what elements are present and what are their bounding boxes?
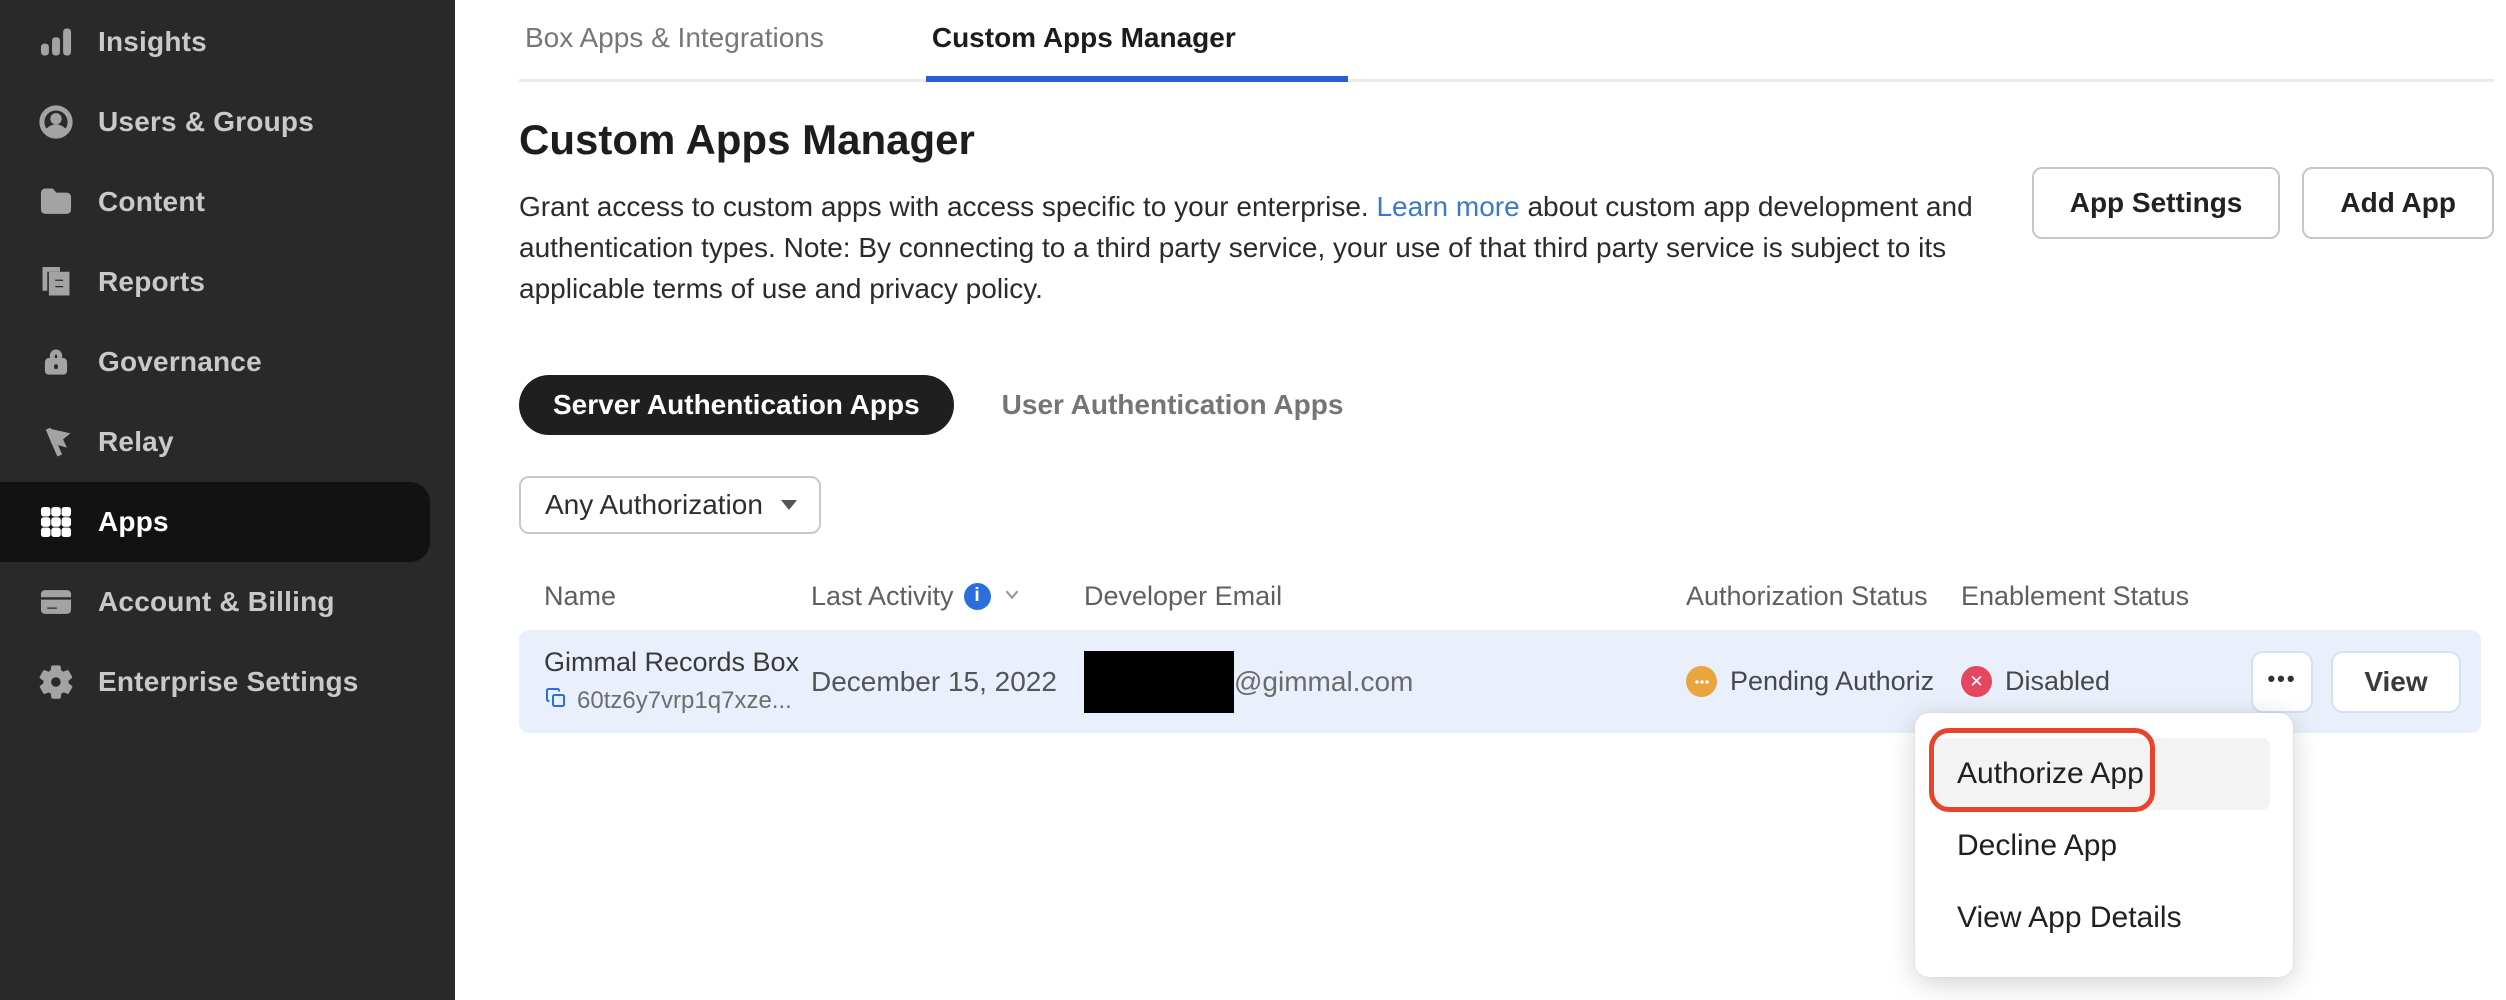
app-name-cell: Gimmal Records Box 60tz6y7vrp1q7xze...: [544, 647, 811, 717]
app-settings-button[interactable]: App Settings: [2032, 167, 2281, 239]
auth-type-toggle: Server Authentication Apps User Authenti…: [519, 375, 2494, 435]
table-header: Name Last Activity i Developer Email Aut…: [519, 576, 2494, 616]
sidebar-item-users-groups[interactable]: Users & Groups: [0, 82, 455, 162]
insights-icon: [36, 22, 76, 62]
menu-item-authorize-app[interactable]: Authorize App: [1935, 738, 2270, 810]
tab-box-apps-integrations[interactable]: Box Apps & Integrations: [519, 18, 830, 82]
column-header-name[interactable]: Name: [544, 581, 811, 612]
sidebar-item-enterprise-settings[interactable]: Enterprise Settings: [0, 642, 455, 722]
user-authentication-apps-pill[interactable]: User Authentication Apps: [968, 375, 1378, 435]
column-header-developer-email[interactable]: Developer Email: [1084, 581, 1686, 612]
reports-icon: [36, 262, 76, 302]
server-authentication-apps-pill[interactable]: Server Authentication Apps: [519, 375, 954, 435]
learn-more-link[interactable]: Learn more: [1376, 191, 1519, 222]
authorization-filter-value: Any Authorization: [545, 489, 763, 521]
sidebar-item-insights[interactable]: Insights: [0, 2, 455, 82]
sidebar-item-label: Account & Billing: [98, 586, 335, 618]
tab-bar: Box Apps & Integrations Custom Apps Mana…: [519, 0, 2494, 82]
last-activity-cell: December 15, 2022: [811, 666, 1084, 698]
relay-flag-icon: [36, 422, 76, 462]
app-name: Gimmal Records Box: [544, 647, 811, 678]
sidebar: Insights Users & Groups Content Reports: [0, 0, 455, 1000]
sidebar-item-label: Reports: [98, 266, 205, 298]
developer-email-cell: @gimmal.com: [1084, 651, 1686, 713]
sidebar-item-label: Relay: [98, 426, 174, 458]
sidebar-item-reports[interactable]: Reports: [0, 242, 455, 322]
sidebar-item-governance[interactable]: Governance: [0, 322, 455, 402]
governance-lock-icon: [36, 342, 76, 382]
pending-status-icon: [1686, 666, 1717, 697]
enablement-status-text: Disabled: [2005, 666, 2110, 697]
app-id-text: 60tz6y7vrp1q7xze...: [577, 687, 792, 715]
page-header: Custom Apps Manager Grant access to cust…: [519, 82, 2494, 309]
sidebar-item-account-billing[interactable]: Account & Billing: [0, 562, 455, 642]
view-button[interactable]: View: [2331, 651, 2461, 713]
authorization-status-text: Pending Authoriz: [1730, 666, 1934, 697]
sidebar-item-label: Governance: [98, 346, 262, 378]
copy-icon[interactable]: [544, 686, 568, 717]
sidebar-item-label: Enterprise Settings: [98, 666, 359, 698]
enablement-status-cell: ✕ Disabled: [1961, 666, 2242, 697]
page-description: Grant access to custom apps with access …: [519, 186, 1999, 309]
description-text-before: Grant access to custom apps with access …: [519, 191, 1376, 222]
column-header-label: Last Activity: [811, 581, 954, 612]
apps-grid-icon: [36, 502, 76, 542]
app-id-row: 60tz6y7vrp1q7xze...: [544, 686, 811, 717]
disabled-status-icon: ✕: [1961, 666, 1992, 697]
authorization-status-cell: Pending Authoriz: [1686, 666, 1961, 697]
more-actions-button[interactable]: •••: [2251, 651, 2313, 713]
admin-console: Insights Users & Groups Content Reports: [0, 0, 2506, 1000]
sidebar-item-label: Content: [98, 186, 205, 218]
row-actions-cell: ••• View: [2242, 651, 2481, 713]
page-header-text: Custom Apps Manager Grant access to cust…: [519, 82, 1999, 309]
info-icon[interactable]: i: [964, 583, 991, 610]
sidebar-item-label: Apps: [98, 506, 169, 538]
page-title: Custom Apps Manager: [519, 116, 1999, 164]
column-header-enablement-status[interactable]: Enablement Status: [1961, 581, 2242, 612]
users-groups-icon: [36, 102, 76, 142]
enterprise-settings-gear-icon: [36, 662, 76, 702]
account-billing-card-icon: [36, 582, 76, 622]
column-header-last-activity[interactable]: Last Activity i: [811, 581, 1084, 612]
redacted-email-block: [1084, 651, 1234, 713]
tab-custom-apps-manager[interactable]: Custom Apps Manager: [926, 18, 1348, 82]
add-app-button[interactable]: Add App: [2302, 167, 2494, 239]
content-folder-icon: [36, 182, 76, 222]
sort-chevron-down-icon[interactable]: [1001, 581, 1023, 612]
sidebar-item-content[interactable]: Content: [0, 162, 455, 242]
column-header-authorization-status[interactable]: Authorization Status: [1686, 581, 1961, 612]
sidebar-item-relay[interactable]: Relay: [0, 402, 455, 482]
row-context-menu: Authorize App Decline App View App Detai…: [1915, 713, 2293, 977]
sidebar-item-label: Insights: [98, 26, 207, 58]
caret-down-icon: [781, 500, 797, 510]
authorization-filter-dropdown[interactable]: Any Authorization: [519, 476, 821, 534]
email-domain-text: @gimmal.com: [1234, 666, 1413, 698]
menu-item-view-app-details[interactable]: View App Details: [1935, 882, 2270, 954]
header-actions: App Settings Add App: [2032, 167, 2494, 239]
sidebar-item-label: Users & Groups: [98, 106, 314, 138]
sidebar-item-apps[interactable]: Apps: [0, 482, 430, 562]
menu-item-decline-app[interactable]: Decline App: [1935, 810, 2270, 882]
